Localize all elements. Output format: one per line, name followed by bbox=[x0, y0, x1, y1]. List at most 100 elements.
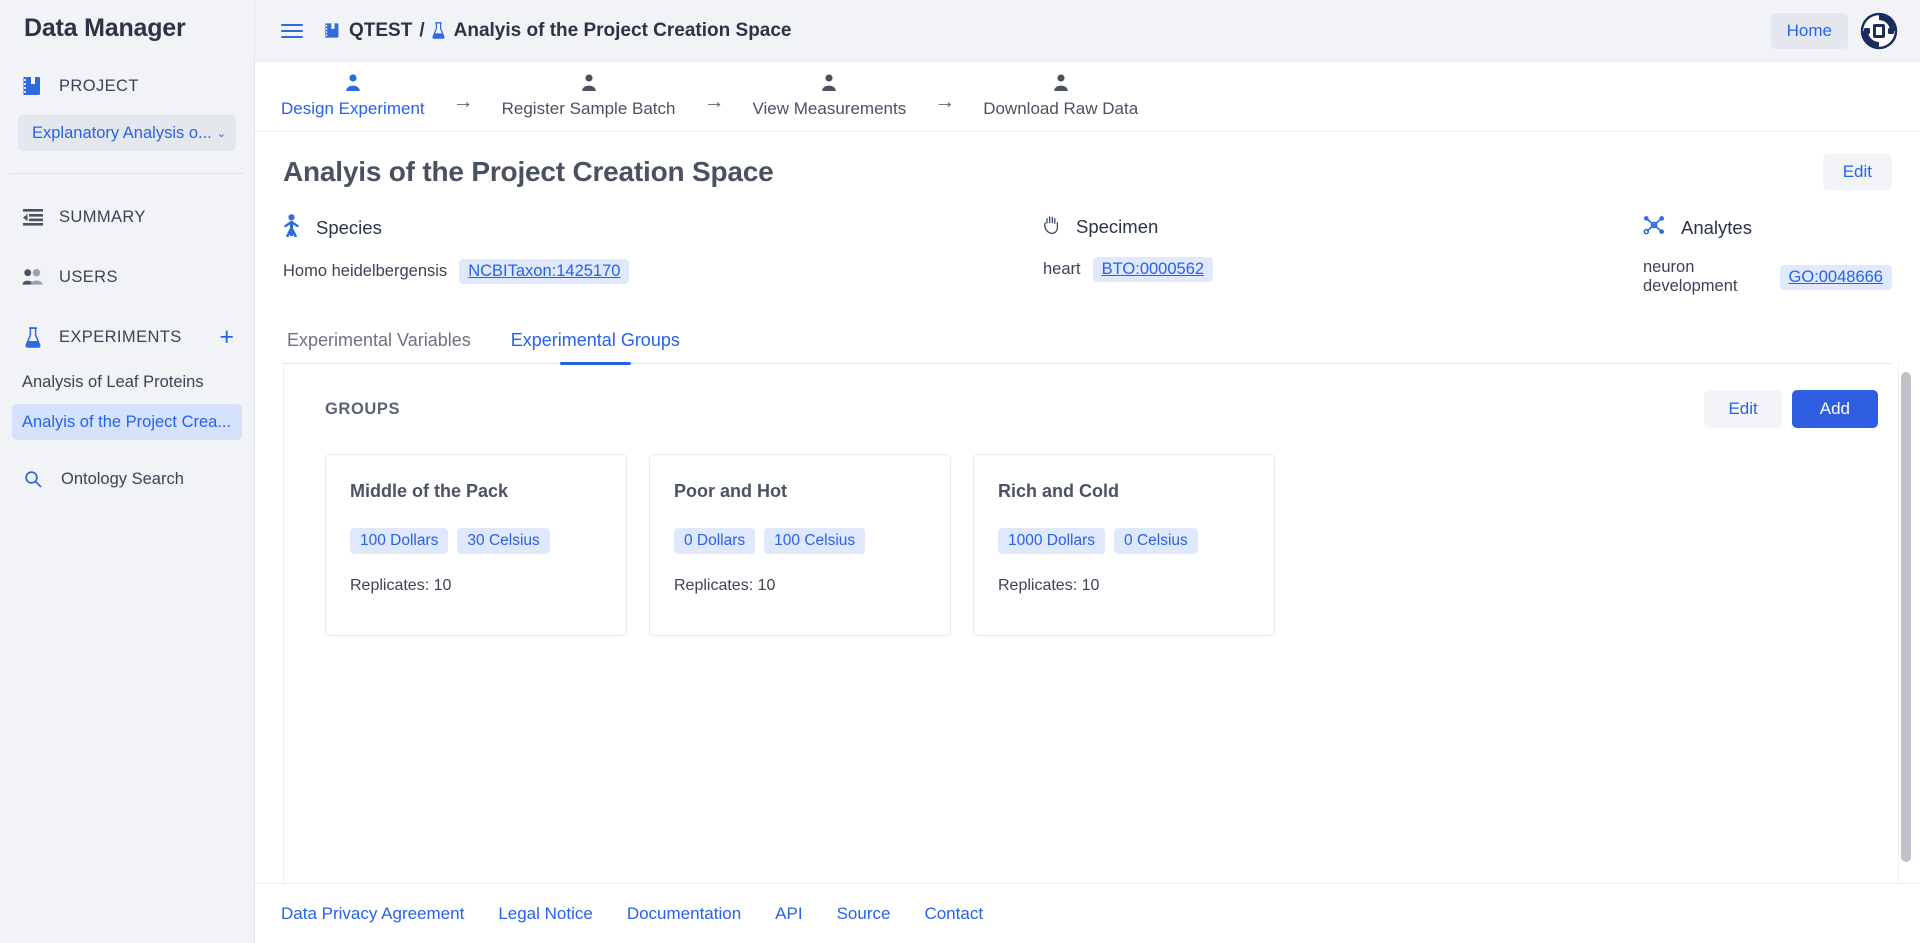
group-tag: 100 Celsius bbox=[764, 528, 865, 554]
group-card-replicates: Replicates: 10 bbox=[998, 577, 1250, 595]
groups-add-button[interactable]: Add bbox=[1792, 390, 1878, 428]
metadata-row: Species Homo heidelbergensis NCBITaxon:1… bbox=[255, 190, 1920, 296]
sidebar-section-project-label: PROJECT bbox=[59, 77, 236, 96]
workflow-step-label: Download Raw Data bbox=[983, 99, 1138, 119]
breadcrumb-project[interactable]: QTEST bbox=[349, 20, 412, 42]
step-arrow-icon: → bbox=[453, 90, 474, 114]
workflow-step-label: Design Experiment bbox=[281, 99, 425, 119]
metadata-specimen-ontology-link[interactable]: BTO:0000562 bbox=[1093, 257, 1213, 282]
metadata-species-value: Homo heidelbergensis bbox=[283, 262, 447, 281]
breadcrumb: QTEST / Analyis of the Project Creation … bbox=[325, 20, 792, 42]
panel-scrollbar-thumb[interactable] bbox=[1901, 372, 1911, 862]
panel-scrollbar[interactable] bbox=[1898, 364, 1912, 883]
group-card-list: Middle of the Pack 100 Dollars 30 Celsiu… bbox=[283, 428, 1920, 636]
footer-link-documentation[interactable]: Documentation bbox=[627, 904, 741, 924]
group-card-tags: 100 Dollars 30 Celsius bbox=[350, 528, 602, 554]
metadata-specimen-label: Specimen bbox=[1076, 216, 1158, 238]
sidebar-item-summary-label: SUMMARY bbox=[59, 208, 236, 227]
footer-link-data-privacy-agreement[interactable]: Data Privacy Agreement bbox=[281, 904, 464, 924]
footer: Data Privacy Agreement Legal Notice Docu… bbox=[255, 883, 1920, 943]
metadata-specimen-value: heart bbox=[1043, 260, 1081, 279]
workflow-step-label: View Measurements bbox=[753, 99, 907, 119]
metadata-species-ontology-link[interactable]: NCBITaxon:1425170 bbox=[459, 259, 629, 284]
tab-bar: Experimental Variables Experimental Grou… bbox=[283, 326, 1892, 364]
workflow-step-design-experiment[interactable]: Design Experiment bbox=[275, 74, 431, 119]
hamburger-icon[interactable] bbox=[281, 20, 303, 42]
tab-experimental-variables[interactable]: Experimental Variables bbox=[283, 326, 475, 363]
page-title: Analyis of the Project Creation Space bbox=[283, 156, 774, 188]
metadata-analytes: Analytes neuron development GO:0048666 bbox=[1643, 214, 1892, 296]
footer-link-legal-notice[interactable]: Legal Notice bbox=[498, 904, 593, 924]
sidebar-experiment-item[interactable]: Analysis of Leaf Proteins bbox=[12, 364, 242, 400]
group-card-tags: 1000 Dollars 0 Celsius bbox=[998, 528, 1250, 554]
workflow-step-view-measurements[interactable]: View Measurements bbox=[747, 74, 913, 119]
metadata-analytes-ontology-link[interactable]: GO:0048666 bbox=[1780, 265, 1893, 290]
workflow-step-register-sample-batch[interactable]: Register Sample Batch bbox=[496, 74, 682, 119]
group-card-name: Poor and Hot bbox=[674, 481, 926, 502]
flask-icon bbox=[22, 327, 43, 348]
group-card[interactable]: Middle of the Pack 100 Dollars 30 Celsiu… bbox=[325, 454, 627, 636]
summary-icon bbox=[22, 207, 43, 228]
footer-link-contact[interactable]: Contact bbox=[924, 904, 983, 924]
users-icon bbox=[22, 267, 43, 288]
sidebar-section-project: PROJECT bbox=[0, 69, 254, 103]
person-icon bbox=[1053, 74, 1069, 97]
group-card-replicates: Replicates: 10 bbox=[350, 577, 602, 595]
hand-icon bbox=[1043, 214, 1060, 240]
footer-link-api[interactable]: API bbox=[775, 904, 802, 924]
sidebar-experiment-item-active[interactable]: Analyis of the Project Crea... bbox=[12, 404, 242, 440]
metadata-specimen-header: Specimen bbox=[1043, 214, 1643, 240]
workflow-steps: Design Experiment → Register Sample Batc… bbox=[255, 62, 1920, 132]
app-title: Data Manager bbox=[0, 0, 254, 43]
sidebar-item-summary[interactable]: SUMMARY bbox=[0, 200, 254, 234]
notebook-icon bbox=[22, 76, 43, 97]
group-card[interactable]: Poor and Hot 0 Dollars 100 Celsius Repli… bbox=[649, 454, 951, 636]
metadata-species: Species Homo heidelbergensis NCBITaxon:1… bbox=[283, 214, 1043, 296]
metadata-species-header: Species bbox=[283, 214, 1043, 242]
step-arrow-icon: → bbox=[934, 90, 955, 114]
groups-panel: GROUPS Edit Add Middle of the Pack 100 D… bbox=[283, 364, 1920, 883]
groups-header: GROUPS Edit Add bbox=[283, 390, 1920, 428]
group-card[interactable]: Rich and Cold 1000 Dollars 0 Celsius Rep… bbox=[973, 454, 1275, 636]
group-card-replicates: Replicates: 10 bbox=[674, 577, 926, 595]
user-avatar[interactable] bbox=[1860, 12, 1898, 50]
page-edit-button[interactable]: Edit bbox=[1823, 154, 1892, 190]
sidebar-item-ontology-search-label: Ontology Search bbox=[61, 470, 184, 489]
group-tag: 0 Celsius bbox=[1114, 528, 1198, 554]
workflow-step-download-raw-data[interactable]: Download Raw Data bbox=[977, 74, 1144, 119]
sidebar-divider bbox=[10, 173, 244, 174]
add-experiment-button[interactable]: + bbox=[219, 328, 236, 346]
groups-title: GROUPS bbox=[325, 400, 400, 419]
breadcrumb-experiment: Analyis of the Project Creation Space bbox=[454, 20, 792, 42]
home-button[interactable]: Home bbox=[1771, 13, 1848, 49]
sidebar-item-users-label: USERS bbox=[59, 268, 236, 287]
metadata-analytes-values: neuron development GO:0048666 bbox=[1643, 258, 1892, 296]
sidebar-item-ontology-search[interactable]: Ontology Search bbox=[12, 462, 242, 496]
project-selector-label: Explanatory Analysis o... bbox=[32, 124, 213, 143]
metadata-analytes-label: Analytes bbox=[1681, 217, 1752, 239]
metadata-specimen: Specimen heart BTO:0000562 bbox=[1043, 214, 1643, 296]
groups-panel-wrapper: GROUPS Edit Add Middle of the Pack 100 D… bbox=[283, 364, 1920, 883]
group-card-name: Middle of the Pack bbox=[350, 481, 602, 502]
person-icon bbox=[345, 74, 361, 97]
project-selector[interactable]: Explanatory Analysis o... ⌄ bbox=[18, 115, 236, 151]
group-tag: 30 Celsius bbox=[457, 528, 549, 554]
top-bar: QTEST / Analyis of the Project Creation … bbox=[255, 0, 1920, 62]
molecule-icon bbox=[1643, 214, 1665, 241]
experiment-list: Analysis of Leaf Proteins Analyis of the… bbox=[0, 364, 254, 440]
sidebar-item-users[interactable]: USERS bbox=[0, 260, 254, 294]
group-tag: 100 Dollars bbox=[350, 528, 448, 554]
tab-experimental-groups[interactable]: Experimental Groups bbox=[507, 326, 684, 363]
groups-edit-button[interactable]: Edit bbox=[1704, 390, 1781, 428]
step-arrow-icon: → bbox=[704, 90, 725, 114]
group-tag: 1000 Dollars bbox=[998, 528, 1105, 554]
footer-link-source[interactable]: Source bbox=[837, 904, 891, 924]
page-header: Analyis of the Project Creation Space Ed… bbox=[255, 132, 1920, 190]
main-area: QTEST / Analyis of the Project Creation … bbox=[255, 0, 1920, 943]
metadata-analytes-value: neuron development bbox=[1643, 258, 1768, 296]
chevron-down-icon: ⌄ bbox=[217, 127, 226, 140]
metadata-species-label: Species bbox=[316, 217, 382, 239]
person-icon bbox=[581, 74, 597, 97]
flask-icon bbox=[432, 22, 445, 39]
sidebar-section-experiments: EXPERIMENTS + bbox=[0, 320, 254, 354]
